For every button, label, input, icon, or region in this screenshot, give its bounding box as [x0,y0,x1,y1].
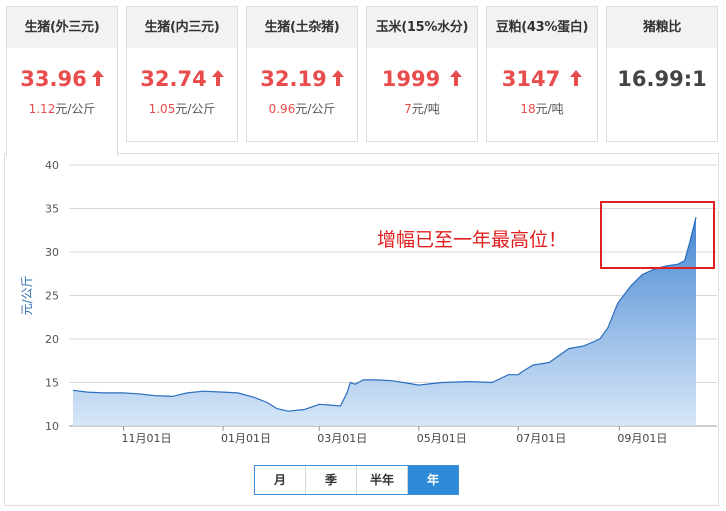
up-arrow-icon [91,69,104,86]
card-change: 18元/吨 [487,100,597,117]
change-unit: 元/公斤 [175,102,216,116]
card-price: 33.96 [7,66,117,92]
x-tick-label: 09月01日 [617,432,667,445]
change-value: 7 [404,102,412,116]
card-title: 生猪(内三元) [127,7,237,48]
y-tick-label: 20 [45,333,59,346]
annotation-text: 增幅已至一年最高位！ [377,229,567,251]
x-tick-label: 11月01日 [122,432,172,445]
price-area-chart: 10 15 20 25 30 35 40 11月01日 01月01日 03月01日 05月01日 07… [20,159,717,445]
card-price: 3147 [487,66,597,92]
price-card-soymeal[interactable]: 豆粕(43%蛋白) 3147 18元/吨 [486,6,598,142]
card-price: 32.19 [247,66,357,92]
card-title: 豆粕(43%蛋白) [487,7,597,48]
price-value: 1999 [381,67,441,91]
price-chart-panel: 10 15 20 25 30 35 40 11月01日 01月01日 03月01日 05月01日 07… [4,153,719,506]
y-tick-label: 40 [45,159,59,172]
price-value: 3147 [501,67,561,91]
x-tick-label: 03月01日 [317,432,367,445]
change-unit: 元/公斤 [295,102,336,116]
card-title: 生猪(外三元) [7,7,117,48]
price-card-pig-local[interactable]: 生猪(土杂猪) 32.19 0.96元/公斤 [246,6,358,142]
price-card-pig-inner[interactable]: 生猪(内三元) 32.74 1.05元/公斤 [126,6,238,142]
change-unit: 元/吨 [535,102,564,116]
card-change: 1.05元/公斤 [127,100,237,117]
change-unit: 元/吨 [411,102,440,116]
price-value: 16.99:1 [617,67,707,91]
change-value: 0.96 [268,102,296,116]
up-arrow-icon [570,69,583,86]
x-tick-label: 05月01日 [417,432,467,445]
up-arrow-icon [331,69,344,86]
y-tick-label: 30 [45,246,59,259]
card-change: 0.96元/公斤 [247,100,357,117]
change-value: 1.12 [28,102,56,116]
up-arrow-icon [450,69,463,86]
x-tick-label: 01月01日 [221,432,271,445]
price-card-pig-outer[interactable]: 生猪(外三元) 33.96 1.12元/公斤 [6,6,118,156]
up-arrow-icon [211,69,224,86]
card-change: 7元/吨 [367,100,477,117]
y-tick-label: 35 [45,203,59,216]
y-tick-label: 15 [45,377,59,390]
card-price: 1999 [367,66,477,92]
price-cards: 生猪(外三元) 33.96 1.12元/公斤 生猪(内三元) 32.74 1.0… [6,6,720,156]
card-title: 生猪(土杂猪) [247,7,357,48]
change-value: 1.05 [148,102,176,116]
card-change: 1.12元/公斤 [7,100,117,117]
price-value: 33.96 [20,67,87,91]
change-value: 18 [520,102,536,116]
price-value: 32.74 [140,67,207,91]
card-price: 16.99:1 [607,66,717,92]
card-price: 32.74 [127,66,237,92]
y-tick-label: 25 [45,290,59,303]
x-tick-label: 07月01日 [516,432,566,445]
price-value: 32.19 [260,67,327,91]
period-button-month[interactable]: 月 [255,466,306,494]
price-card-corn[interactable]: 玉米(15%水分) 1999 7元/吨 [366,6,478,142]
highlight-box [600,201,715,269]
change-unit: 元/公斤 [55,102,96,116]
period-button-year[interactable]: 年 [408,466,458,494]
y-axis-label: 元/公斤 [20,275,34,315]
period-selector: 月 季 半年 年 [254,465,459,495]
card-title: 玉米(15%水分) [367,7,477,48]
period-button-half-year[interactable]: 半年 [357,466,408,494]
card-title: 猪粮比 [607,7,717,48]
period-button-quarter[interactable]: 季 [306,466,357,494]
price-card-pig-grain-ratio[interactable]: 猪粮比 16.99:1 [606,6,718,142]
y-tick-label: 10 [45,420,59,433]
